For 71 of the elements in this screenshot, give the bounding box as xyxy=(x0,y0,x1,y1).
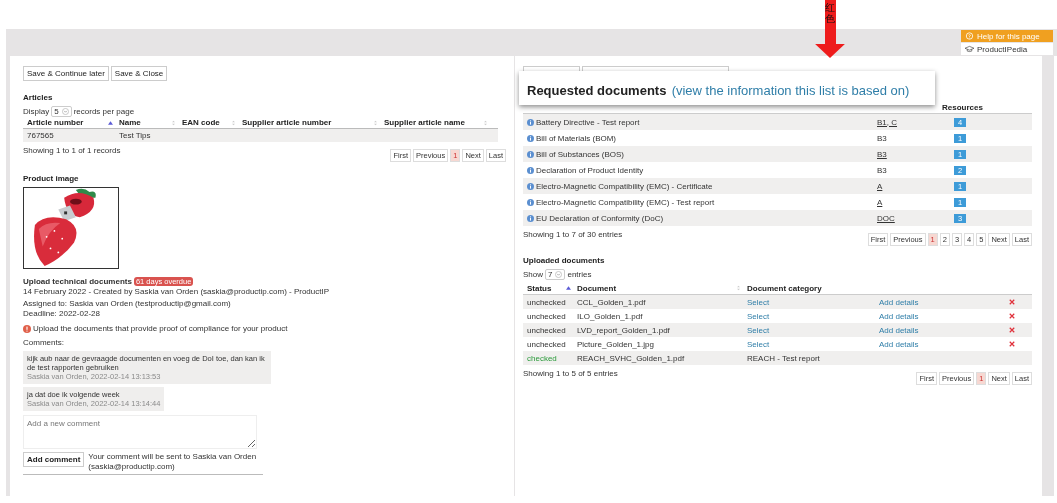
category-text: REACH - Test report xyxy=(747,353,821,363)
document-name: Bill of Materials (BOM) xyxy=(536,133,616,143)
document-name: Battery Directive - Test report xyxy=(536,117,640,127)
table-info: Showing 1 to 5 of 5 entries xyxy=(523,369,618,378)
comment-field[interactable]: Add a new comment xyxy=(23,415,257,449)
add-details-link[interactable]: Add details xyxy=(879,339,1009,349)
document-name: EU Declaration of Conformity (DoC) xyxy=(536,213,664,223)
status-text: unchecked xyxy=(527,339,567,349)
section-title: Uploaded documents xyxy=(523,256,606,265)
display-label: Display xyxy=(23,107,50,116)
column-header[interactable]: Article number xyxy=(27,118,84,127)
code-text: B3 xyxy=(877,133,888,143)
add-details-link[interactable]: Add details xyxy=(879,325,1009,335)
document-name: Electro-Magnetic Compatibility (EMC) - Test report xyxy=(536,197,715,207)
per-page-label: records per page xyxy=(73,107,135,116)
task-created-text: 14 February 2022 - Created by Saskia van Orden (saskia@productip.com) - ProductIP xyxy=(23,287,331,297)
code-link[interactable]: B3 xyxy=(877,149,954,159)
column-header[interactable]: Status xyxy=(527,283,552,293)
document-name: Bill of Substances (BOS) xyxy=(536,149,625,159)
section-title: Product image xyxy=(23,174,80,183)
add-comment-button[interactable]: Add comment xyxy=(23,452,85,467)
column-header[interactable]: Resources xyxy=(942,102,989,113)
column-header[interactable]: Supplier article number xyxy=(242,118,332,127)
column-header[interactable]: EAN code xyxy=(182,118,220,127)
save-button[interactable]: Save & Close xyxy=(110,66,168,81)
document-name: CCL_Golden_1.pdf xyxy=(577,297,647,307)
status-text: unchecked xyxy=(527,297,567,307)
info-link[interactable]: (view the information this list is based on) xyxy=(671,83,910,98)
code-link[interactable]: A xyxy=(877,181,954,191)
status-text: unchecked xyxy=(527,325,567,335)
task-title: Upload technical documents xyxy=(23,277,132,286)
comment-note: Your comment will be sent to Saskia van Orden (saskia@productip.com) xyxy=(88,452,258,472)
per-page-select[interactable]: 7 xyxy=(545,269,566,280)
code-link[interactable]: B1, C xyxy=(877,117,954,127)
document-name: LVD_report_Golden_1.pdf xyxy=(577,325,671,335)
productipedia-link[interactable]: ProductIPedia xyxy=(961,43,1053,55)
column-header[interactable]: Supplier article name xyxy=(384,118,465,127)
document-name: Declaration of Product Identity xyxy=(536,165,644,175)
select-link[interactable]: Select xyxy=(747,311,879,321)
select-link[interactable]: Select xyxy=(747,339,879,349)
select-link[interactable]: Select xyxy=(747,297,879,307)
per-page-label: entries xyxy=(567,270,592,279)
document-name: REACH_SVHC_Golden_1.pdf xyxy=(577,353,686,363)
comments-label: Comments: xyxy=(23,338,65,348)
add-details-link[interactable]: Add details xyxy=(879,297,1009,307)
show-label: Show xyxy=(523,270,543,279)
select-link[interactable]: Select xyxy=(747,325,879,335)
status-text: unchecked xyxy=(527,311,567,321)
section-title: Articles xyxy=(23,93,54,102)
column-header[interactable]: Document xyxy=(577,283,617,293)
document-name: Electro-Magnetic Compatibility (EMC) - Certificate xyxy=(536,181,713,191)
save-button[interactable]: Save & Continue later xyxy=(23,66,109,81)
code-link[interactable]: A xyxy=(877,197,954,207)
deadline-text: Deadline: 2022-02-28 xyxy=(23,309,101,319)
table-cell-text: 767565 xyxy=(27,131,55,140)
add-details-link[interactable]: Add details xyxy=(879,311,1009,321)
status-text: checked xyxy=(527,353,558,363)
assigned-text: Assigned to: Saskia van Orden (testproductip@gmail.com) xyxy=(23,299,232,309)
annotation-text: 红色 xyxy=(824,0,836,44)
document-name: Picture_Golden_1.jpg xyxy=(577,339,655,349)
popup-title: Requested documents xyxy=(527,83,667,98)
per-page-select[interactable]: 5 xyxy=(51,106,72,117)
code-text: B3 xyxy=(877,165,888,175)
table-info: Showing 1 to 7 of 30 entries xyxy=(523,230,623,239)
table-cell-text: Test Tips xyxy=(119,131,152,140)
notice-text: Upload the documents that provide proof of compliance for your product xyxy=(33,324,288,333)
table-info: Showing 1 to 1 of 1 records xyxy=(23,146,121,155)
column-header[interactable]: Document category xyxy=(747,283,822,293)
code-link[interactable]: DOC xyxy=(877,213,954,223)
column-header[interactable]: Name xyxy=(119,118,141,127)
document-name: ILO_Golden_1.pdf xyxy=(577,311,644,321)
